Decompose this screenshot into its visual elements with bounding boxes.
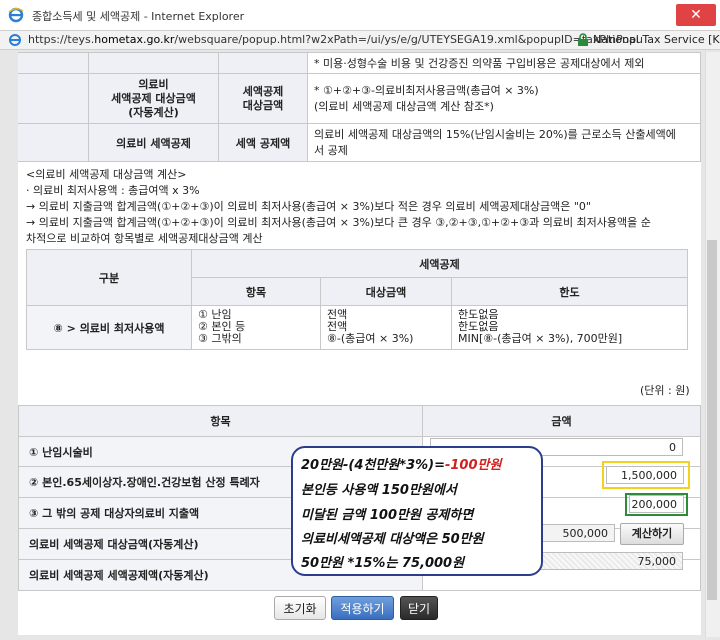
unit-label: (단위 : 원) [640,384,690,397]
exclusion-note: * 미용·성형수술 비용 및 건강증진 의약품 구입비용은 공제대상에서 제외 [307,52,701,74]
site-identity[interactable]: National Tax Service [KR] [593,33,720,46]
limit-header: 한도 [451,277,688,306]
medical-credit-label: 의료비 세액공제 [88,123,219,162]
deduction-header: 세액공제 [191,249,688,278]
page-icon [9,34,21,46]
address-bar[interactable]: https://teys.hometax.go.kr/websquare/pop… [0,31,720,50]
credit-amount-description: 의료비 세액공제 대상금액의 15%(난임시술비는 20%)를 근로소득 산출세… [307,123,701,162]
item-header: 항목 [191,277,321,306]
target-list: 전액 전액 ⑧-(총급여 × 3%) [320,305,452,350]
scrollbar-thumb[interactable] [707,240,717,600]
annotation-line-3: 미달된 금액 100만원 공제하면 [301,508,474,523]
calculation-notes: <의료비 세액공제 대상금액 계산> · 의료비 최저사용액 : 총급여액 x … [26,167,698,247]
apply-button[interactable]: 적용하기 [331,596,394,620]
form-item-header: 항목 [18,405,423,437]
target-header: 대상금액 [320,277,452,306]
window-title: 종합소득세 및 세액공제 - Internet Explorer [32,10,245,23]
annotation-callout: 20만원-(4천만원*3%)=-100만원 본인등 사용액 150만원에서 미달… [291,446,543,576]
green-highlight-box [625,493,688,516]
internet-explorer-icon [8,7,24,23]
minimum-spend-label: ⑧ > 의료비 최저사용액 [26,305,192,350]
item-list: ① 난임 ② 본인 등 ③ 그밖의 [191,305,321,350]
url-path: /websquare/popup.html?w2xPath=/ui/ys/e/g… [174,33,644,46]
close-button[interactable]: 닫기 [400,596,438,620]
notes-line: → 의료비 지출금액 합계금액(①+②+③)이 의료비 최저사용(총급여 × 3… [26,216,651,229]
annotation-formula: 20만원-(4천만원*3%)= [301,458,445,473]
notes-line: → 의료비 지출금액 합계금액(①+②+③)이 의료비 최저사용(총급여 × 3… [26,200,591,213]
annotation-line-1: 20만원-(4천만원*3%)=-100만원 [301,454,501,473]
limit-list: 한도없음 한도없음 MIN[⑧-(총급여 × 3%), 700만원] [451,305,688,350]
credit-amount-sublabel: 세액 공제액 [218,123,308,162]
annotation-line-5: 50만원 *15%는 75,000원 [301,556,465,571]
notes-heading: <의료비 세액공제 대상금액 계산> [26,168,187,181]
calculate-button[interactable]: 계산하기 [620,523,684,545]
lock-icon [578,33,588,46]
minimum-spend-table: 구분 세액공제 항목 대상금액 한도 ⑧ > 의료비 최저사용액 ① 난임 ② … [26,249,688,350]
notes-line: · 의료비 최저사용액 : 총급여액 x 3% [26,184,200,197]
annotation-result: -100만원 [444,458,502,473]
target-amount-formula: * ①+②+③-의료비최저사용금액(총급여 × 3%) (의료비 세액공제 대상… [307,73,701,124]
credit-target-amount-output: 500,000 [540,524,615,542]
reset-button[interactable]: 초기화 [274,596,326,620]
form-amount-header: 금액 [422,405,701,437]
yellow-highlight-box [602,461,690,489]
window-close-button[interactable]: ✕ [676,4,716,26]
target-amount-label: 의료비 세액공제 대상금액 (자동계산) [88,73,219,124]
annotation-line-2: 본인등 사용액 150만원에서 [301,483,457,498]
annotation-line-4: 의료비세액공제 대상액은 50만원 [301,532,484,547]
medical-expense-description-table: * 미용·성형수술 비용 및 건강증진 의약품 구입비용은 공제대상에서 제외 … [18,52,701,162]
notes-line: 차적으로 비교하여 항목별로 세액공제대상금액 계산 [26,232,263,245]
address-url[interactable]: https://teys.hometax.go.kr/websquare/pop… [28,33,643,46]
category-header: 구분 [26,249,192,306]
url-prefix: https://teys. [28,33,95,46]
window-title-bar: 종합소득세 및 세액공제 - Internet Explorer ✕ [0,0,720,31]
url-domain: hometax.go.kr [94,33,175,46]
target-amount-sublabel: 세액공제 대상금액 [218,73,308,124]
